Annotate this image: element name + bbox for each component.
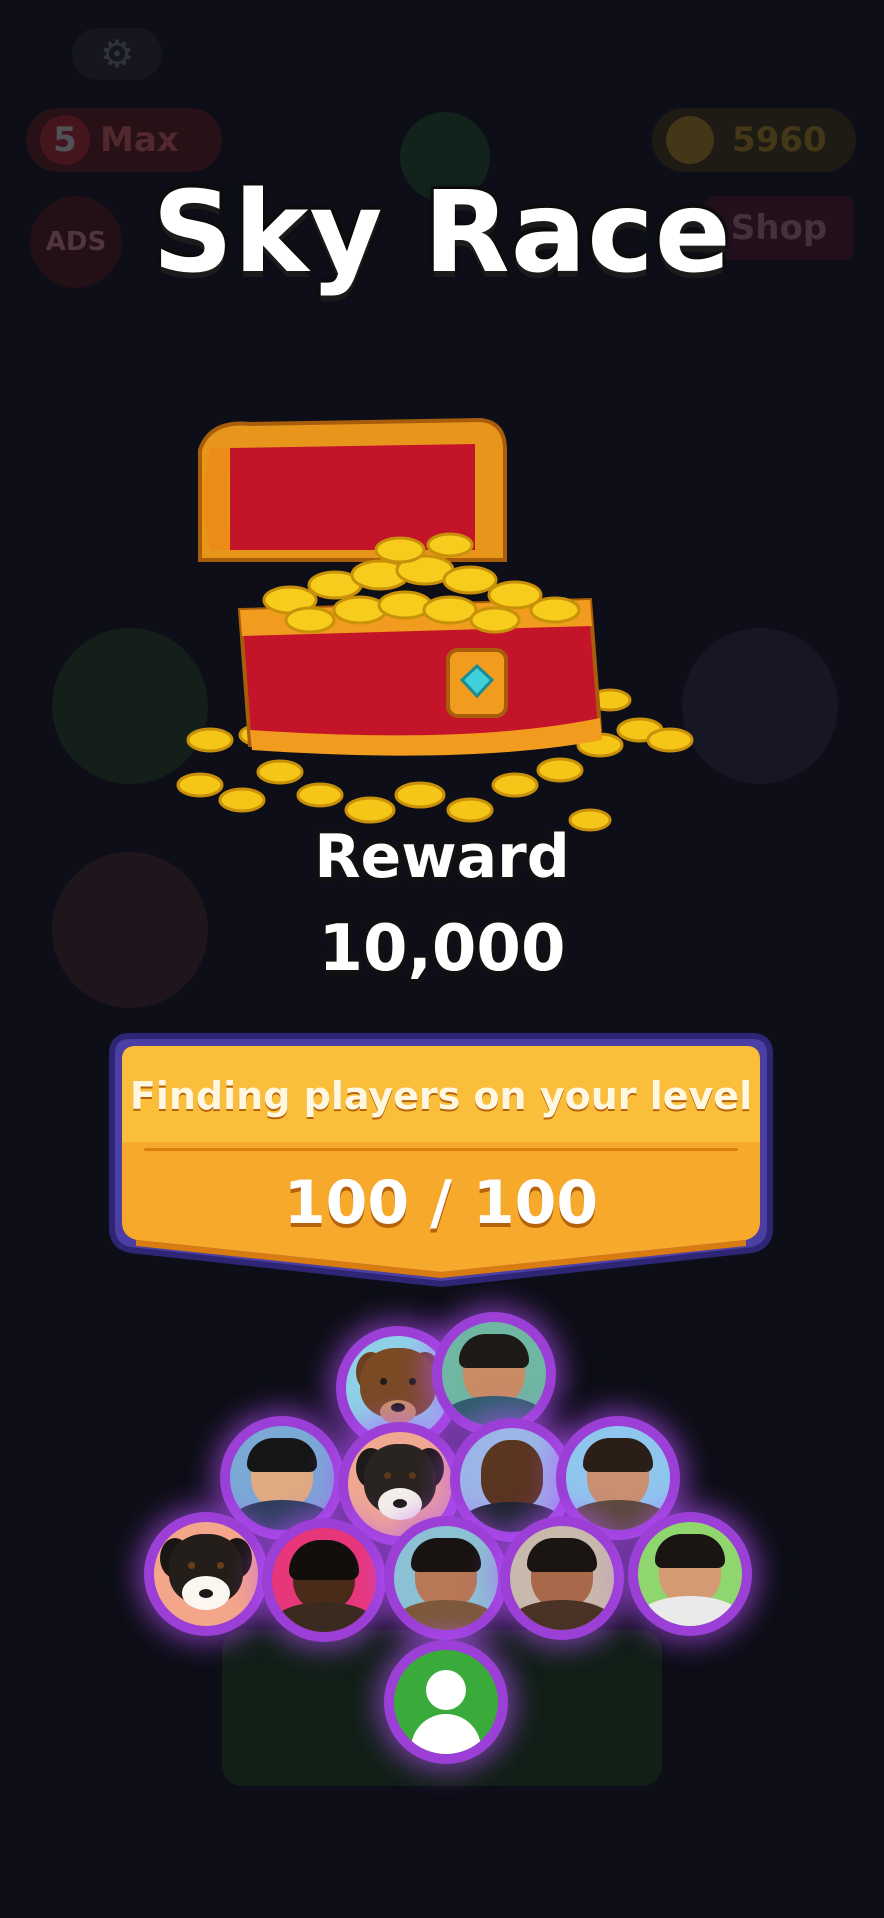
banner-divider (144, 1148, 738, 1151)
player-avatar-man (432, 1312, 556, 1436)
player-avatar-you (384, 1640, 508, 1764)
matchmaking-progress: 100 / 100 (283, 1168, 599, 1238)
player-avatar-dog (144, 1512, 268, 1636)
reward-label: Reward (314, 822, 570, 892)
reward-value: 10,000 (318, 912, 566, 986)
event-title: Sky Race (152, 168, 732, 298)
treasure-chest-icon (176, 417, 694, 832)
player-avatar-man (500, 1516, 624, 1640)
player-avatar-man (384, 1516, 508, 1640)
coin-counter: 5960 (652, 108, 856, 172)
banner-shape (109, 1033, 773, 1288)
settings-gear-icon: ⚙ (72, 28, 162, 80)
player-avatar-man (628, 1512, 752, 1636)
matchmaking-banner: Finding players on your level 100 / 100 (98, 1032, 784, 1288)
player-avatar-man (262, 1518, 386, 1642)
coin-icon (666, 116, 714, 164)
lives-max-label: Max (100, 120, 179, 160)
heart-icon: 5 (40, 115, 90, 165)
coin-amount: 5960 (732, 120, 827, 160)
matchmaking-status: Finding players on your level (129, 1074, 753, 1118)
lives-counter: 5 Max (26, 108, 222, 172)
